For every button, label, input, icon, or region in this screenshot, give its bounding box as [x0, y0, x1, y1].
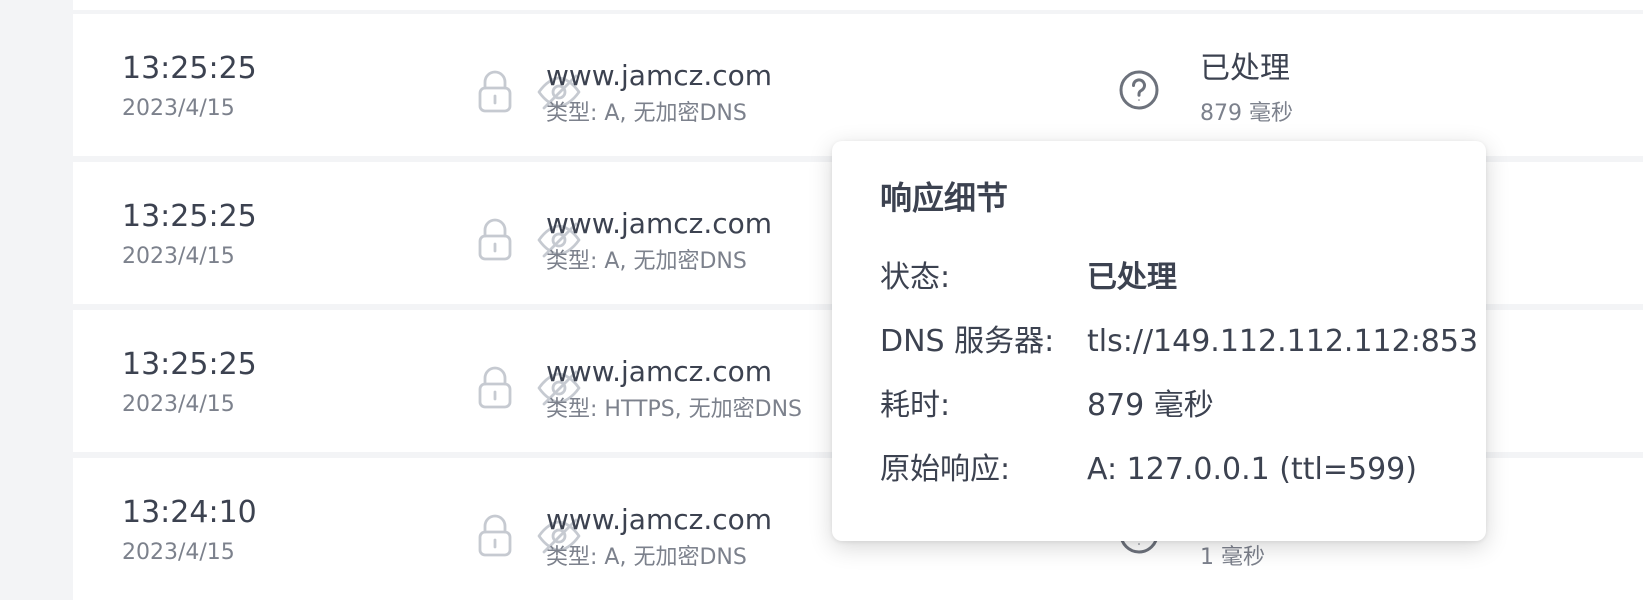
query-date: 2023/4/15 — [122, 244, 235, 269]
query-type: 类型: HTTPS, 无加密DNS — [546, 397, 803, 422]
lock-icon — [478, 514, 512, 557]
detail-row-status: 状态: 已处理 — [880, 259, 1460, 297]
query-time: 13:25:25 — [122, 199, 257, 234]
response-details-tooltip: 响应细节 状态: 已处理 DNS 服务器: tls://149.112.112.… — [832, 141, 1486, 541]
query-domain[interactable]: www.jamcz.com — [546, 207, 772, 241]
detail-label: 耗时: — [880, 388, 951, 423]
query-type: 类型: A, 无加密DNS — [546, 101, 747, 126]
detail-label: 原始响应: — [880, 452, 1011, 487]
detail-label: 状态: — [880, 260, 951, 295]
query-date: 2023/4/15 — [122, 392, 235, 417]
query-time: 13:25:25 — [122, 347, 257, 382]
query-duration: 1 毫秒 — [1200, 545, 1265, 570]
left-sidebar-rail — [0, 0, 73, 592]
detail-value: 已处理 — [1087, 260, 1177, 295]
lock-icon — [478, 218, 512, 261]
detail-row-elapsed: 耗时: 879 毫秒 — [880, 387, 1460, 425]
query-time: 13:24:10 — [122, 495, 257, 530]
tooltip-title: 响应细节 — [880, 179, 1009, 217]
detail-row-dns-server: DNS 服务器: tls://149.112.112.112:853 — [880, 323, 1478, 361]
detail-value: A: 127.0.0.1 (ttl=599) — [1087, 452, 1417, 487]
query-status: 已处理 — [1200, 51, 1290, 86]
query-log-row[interactable]: 13:25:25 2023/4/15 www.jamcz.com 类型: A, … — [73, 14, 1643, 156]
lock-icon — [478, 70, 512, 113]
query-domain[interactable]: www.jamcz.com — [546, 59, 772, 93]
lock-icon — [478, 366, 512, 409]
help-circle-icon[interactable] — [1118, 69, 1160, 111]
query-time: 13:25:25 — [122, 51, 257, 86]
detail-label: DNS 服务器: — [880, 324, 1055, 359]
detail-value: 879 毫秒 — [1087, 388, 1214, 423]
query-type: 类型: A, 无加密DNS — [546, 545, 747, 570]
detail-value: tls://149.112.112.112:853 — [1087, 324, 1479, 359]
query-domain[interactable]: www.jamcz.com — [546, 355, 772, 389]
query-type: 类型: A, 无加密DNS — [546, 249, 747, 274]
query-date: 2023/4/15 — [122, 540, 235, 565]
query-domain[interactable]: www.jamcz.com — [546, 503, 772, 537]
detail-row-raw-response: 原始响应: A: 127.0.0.1 (ttl=599) — [880, 451, 1460, 489]
query-date: 2023/4/15 — [122, 96, 235, 121]
previous-row-edge — [73, 0, 1643, 10]
query-duration: 879 毫秒 — [1200, 101, 1293, 126]
